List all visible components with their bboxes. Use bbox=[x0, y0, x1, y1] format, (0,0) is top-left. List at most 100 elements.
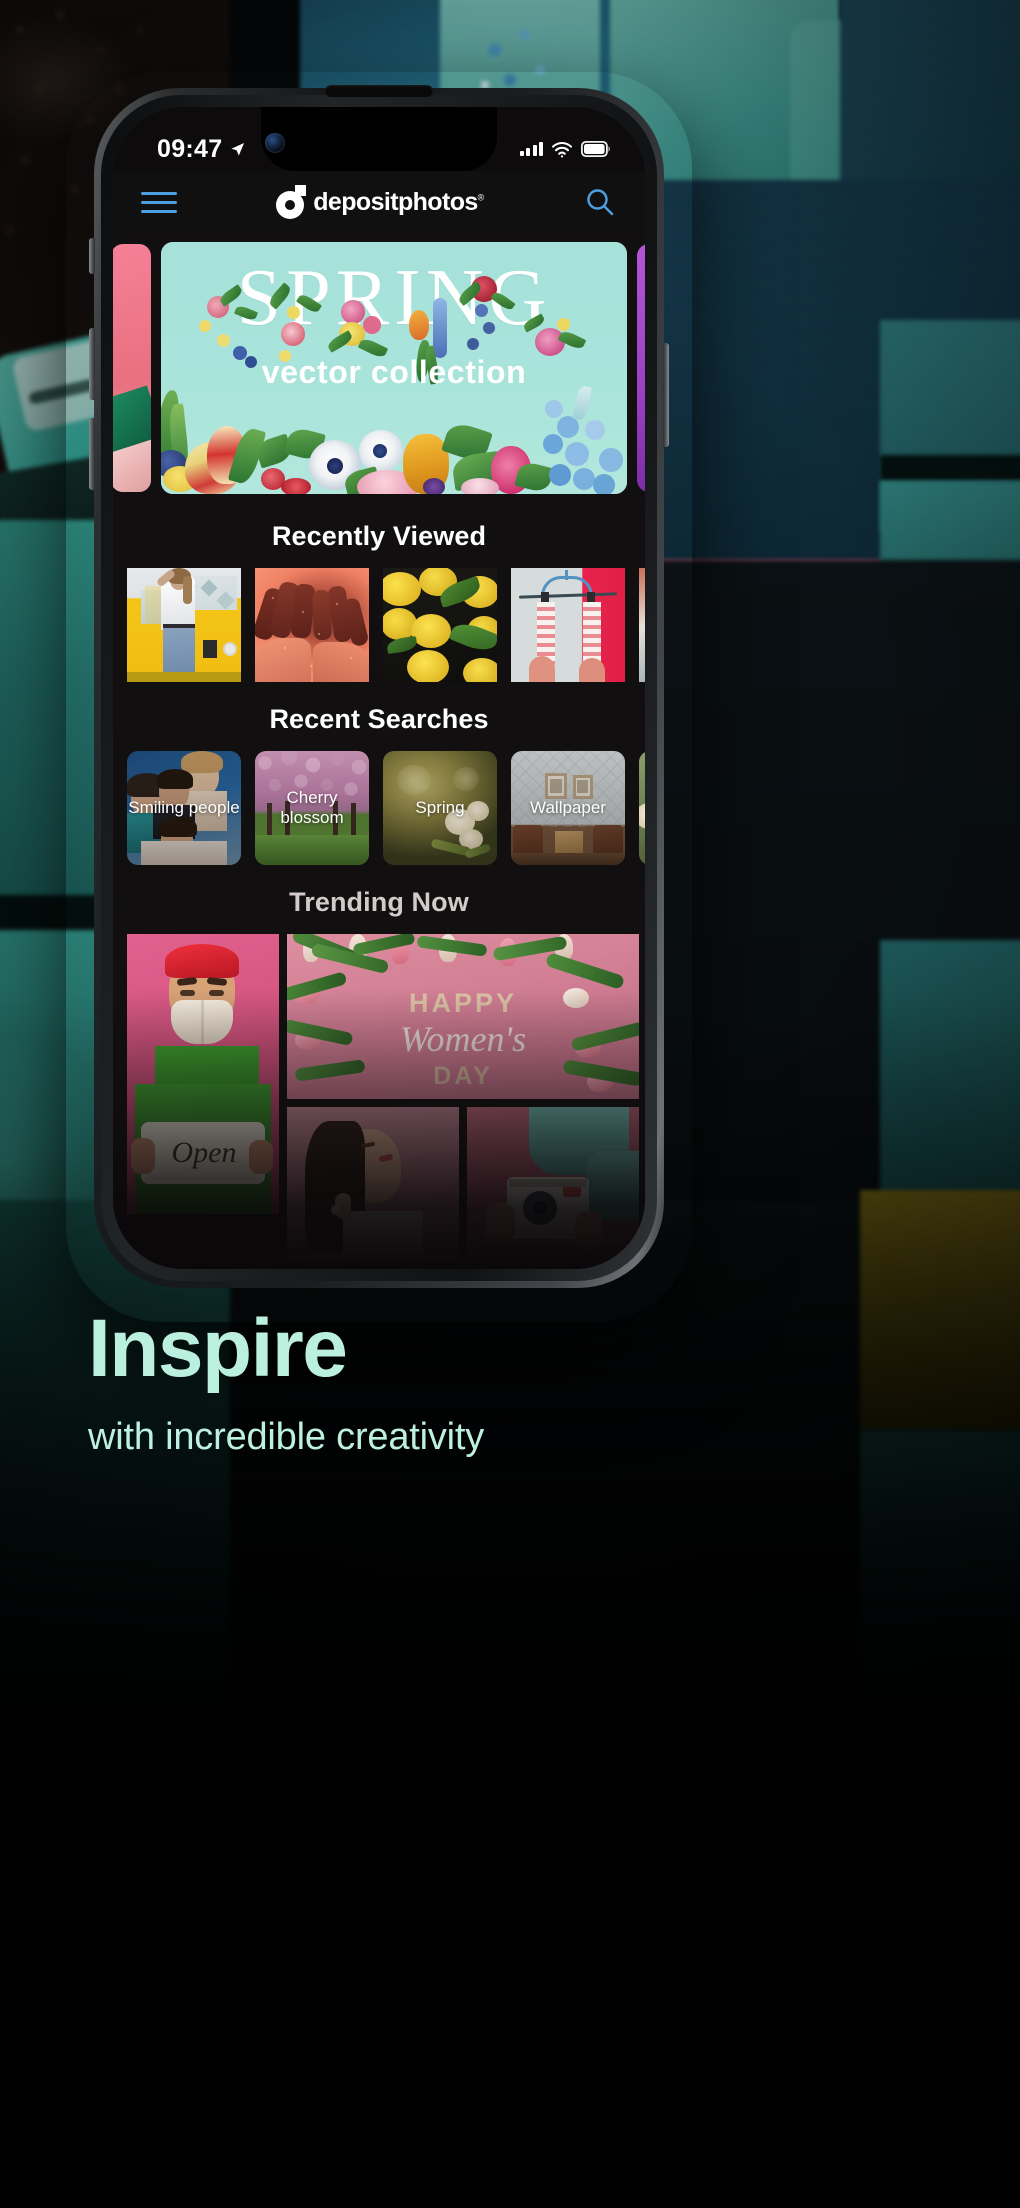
img-ground bbox=[127, 672, 241, 682]
img-woman-belt bbox=[163, 624, 195, 628]
marketing-subheadline: with incredible creativity bbox=[88, 1416, 485, 1458]
recently-viewed-item[interactable] bbox=[127, 568, 241, 682]
search-chip-spring[interactable]: Spring bbox=[383, 751, 497, 865]
img-van-badge bbox=[223, 642, 237, 656]
hyacinth-blue bbox=[549, 464, 571, 486]
hyacinth-accent bbox=[433, 298, 447, 358]
img-hand bbox=[485, 1203, 515, 1243]
earpiece-speaker bbox=[325, 85, 433, 97]
flower-red-2 bbox=[281, 478, 311, 494]
img-blossom bbox=[639, 803, 645, 829]
brand-wordmark: depositphotos® bbox=[313, 187, 485, 217]
banner-carousel[interactable]: SPRING vector collection bbox=[113, 237, 645, 499]
volume-down-button[interactable] bbox=[89, 418, 95, 490]
peony-pale bbox=[461, 478, 499, 494]
hyacinth-blue bbox=[565, 442, 589, 466]
hyacinth-blue bbox=[543, 434, 563, 454]
img-clothespin bbox=[541, 592, 549, 602]
img-camera-top bbox=[509, 1179, 587, 1187]
section-title-trending-now: Trending Now bbox=[289, 887, 469, 917]
search-chip-label: Spring bbox=[415, 798, 465, 818]
trending-item-man-mask[interactable]: Open bbox=[127, 934, 279, 1214]
banner-floral-border bbox=[161, 382, 627, 494]
carousel-slide-active[interactable]: SPRING vector collection bbox=[161, 242, 627, 494]
phone-screen: SPRING vector collection Recently Viewed… bbox=[113, 107, 645, 1269]
status-indicators bbox=[519, 141, 612, 158]
flower-accent bbox=[341, 300, 365, 324]
img-lens-inner bbox=[533, 1201, 547, 1215]
hamburger-menu-icon[interactable] bbox=[141, 191, 177, 213]
search-chip-smiling-people[interactable]: Smiling people bbox=[127, 751, 241, 865]
search-icon[interactable] bbox=[583, 185, 617, 219]
img-hand bbox=[249, 1140, 273, 1174]
mute-switch[interactable] bbox=[89, 238, 95, 274]
trending-column-left: Open bbox=[127, 934, 279, 1262]
phone-frame: SPRING vector collection Recently Viewed… bbox=[94, 85, 664, 1288]
flower-accent bbox=[557, 318, 570, 331]
status-clock: 09:47 bbox=[157, 135, 245, 164]
img-clothespin bbox=[587, 592, 595, 602]
anemone-center bbox=[327, 458, 343, 474]
brand-name: depositphotos bbox=[313, 187, 478, 216]
carousel-slide-next[interactable] bbox=[637, 244, 645, 492]
flower-accent bbox=[287, 306, 300, 319]
depositphotos-logo[interactable]: depositphotos® bbox=[276, 185, 485, 219]
img-earring bbox=[331, 1205, 341, 1215]
img-lemon bbox=[411, 614, 451, 648]
img-eye bbox=[180, 990, 195, 996]
depositphotos-logo-mark bbox=[276, 185, 307, 219]
search-chip-label: Smiling people bbox=[128, 798, 240, 818]
recently-viewed-item[interactable] bbox=[511, 568, 625, 682]
hyacinth-blue bbox=[585, 420, 605, 440]
overlay-happy: HAPPY bbox=[408, 988, 518, 1018]
anemone-center-2 bbox=[373, 444, 387, 458]
flower-accent bbox=[199, 320, 211, 332]
hyacinth-blue bbox=[545, 400, 563, 418]
hyacinth-blue bbox=[599, 448, 623, 472]
trending-item-polaroid[interactable] bbox=[467, 1107, 639, 1262]
img-woman-hair-strand bbox=[183, 576, 192, 604]
flower-accent bbox=[467, 338, 479, 350]
img-hand bbox=[579, 658, 605, 682]
trending-item-woman-profile[interactable] bbox=[287, 1107, 459, 1262]
status-bar: 09:47 bbox=[113, 107, 645, 171]
flower-accent bbox=[475, 304, 488, 317]
clock-time: 09:47 bbox=[157, 134, 223, 163]
recently-viewed-item[interactable] bbox=[255, 568, 369, 682]
search-chip-wallpaper[interactable]: Wallpaper bbox=[511, 751, 625, 865]
img-hand bbox=[575, 1211, 603, 1249]
power-button[interactable] bbox=[663, 343, 669, 447]
flower-accent bbox=[217, 334, 230, 347]
recent-searches-row[interactable]: Smiling people Cherry blossom Spring Wal… bbox=[113, 751, 645, 865]
img-top bbox=[343, 1211, 423, 1262]
recently-viewed-row[interactable] bbox=[113, 568, 645, 682]
recently-viewed-item[interactable] bbox=[383, 568, 497, 682]
recently-viewed-item[interactable] bbox=[639, 568, 645, 682]
search-chip-partial[interactable] bbox=[639, 751, 645, 865]
search-chip-cherry-blossom[interactable]: Cherry blossom bbox=[255, 751, 369, 865]
img-glitter bbox=[255, 568, 369, 682]
img-lemon bbox=[463, 658, 497, 682]
img-partial bbox=[639, 568, 645, 682]
trending-column-right: HAPPY Women's DAY bbox=[287, 934, 639, 1262]
wifi-icon bbox=[551, 141, 573, 157]
cellular-signal-icon bbox=[519, 142, 543, 156]
registered-trademark-mark: ® bbox=[477, 192, 485, 203]
content-bottom-spacer bbox=[113, 1262, 645, 1269]
app-scroll-content[interactable]: SPRING vector collection Recently Viewed… bbox=[113, 233, 645, 1269]
app-header: depositphotos® bbox=[113, 171, 645, 233]
carousel-slide-previous[interactable] bbox=[113, 244, 151, 492]
img-arm bbox=[587, 1151, 639, 1221]
flower-accent bbox=[483, 322, 495, 334]
trending-item-womens-day[interactable]: HAPPY Women's DAY bbox=[287, 934, 639, 1099]
section-title-recent-searches: Recent Searches bbox=[269, 704, 489, 734]
flower-accent bbox=[363, 316, 381, 334]
marketing-headline: Inspire bbox=[88, 1303, 348, 1394]
overlay-day: DAY bbox=[433, 1062, 493, 1090]
flower-purple bbox=[423, 478, 445, 494]
logo-square-shape bbox=[295, 185, 307, 196]
tulip-accent bbox=[409, 310, 429, 340]
img-hanger-hook bbox=[565, 570, 568, 580]
volume-up-button[interactable] bbox=[89, 328, 95, 400]
trending-grid[interactable]: Open HAPPY Women's DAY bbox=[113, 934, 645, 1262]
